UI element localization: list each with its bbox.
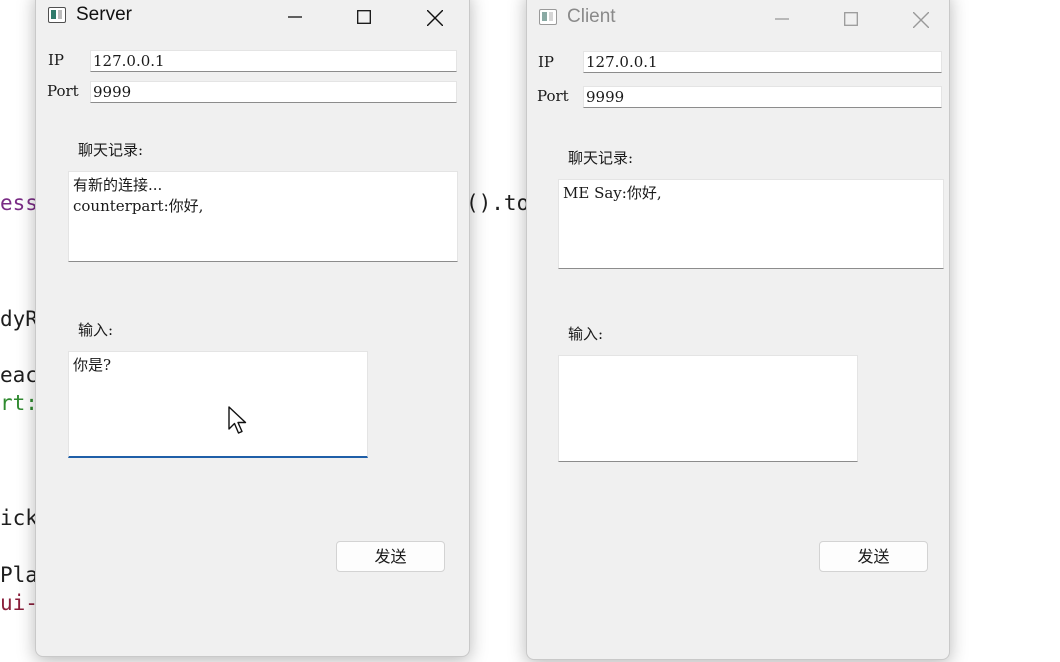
history-line: counterpart:你好, (73, 197, 204, 215)
close-icon (427, 10, 443, 26)
code-fragment: dyR (0, 307, 38, 331)
ip-input[interactable]: 127.0.0.1 (90, 50, 457, 72)
window-title: Client (567, 6, 616, 27)
port-input[interactable]: 9999 (90, 81, 457, 103)
input-label: 输入: (78, 321, 114, 339)
send-button[interactable]: 发送 (336, 541, 445, 572)
send-button[interactable]: 发送 (819, 541, 928, 572)
mouse-pointer-icon (228, 406, 247, 434)
port-input[interactable]: 9999 (583, 86, 942, 108)
history-line: 有新的连接... (73, 176, 163, 194)
maximize-button[interactable] (341, 1, 387, 33)
code-fragment: eac (0, 363, 38, 387)
maximize-button[interactable] (828, 3, 874, 35)
window-title: Server (76, 4, 132, 25)
minimize-button[interactable] (272, 1, 318, 33)
client-titlebar[interactable]: Client (527, 1, 949, 35)
port-label: Port (47, 82, 79, 100)
chat-history-box[interactable]: ME Say:你好, (558, 179, 944, 269)
ip-label: IP (48, 51, 65, 69)
code-fragment: rt: (0, 391, 38, 415)
ip-input[interactable]: 127.0.0.1 (583, 51, 942, 73)
message-input[interactable]: 你是? (68, 351, 368, 458)
code-fragment: ess (0, 191, 38, 215)
client-window: Client IP 127.0.0.1 Port 9999 聊天记录: ME S… (526, 0, 950, 660)
minimize-icon (288, 16, 302, 18)
minimize-button[interactable] (759, 3, 805, 35)
maximize-icon (844, 12, 858, 26)
code-fragment: ().to (466, 191, 530, 215)
chat-history-label: 聊天记录: (78, 141, 144, 159)
server-window: Server IP 127.0.0.1 Port 9999 聊天记录: 有新的连… (35, 0, 470, 657)
minimize-icon (775, 18, 789, 20)
close-button[interactable] (897, 3, 943, 35)
chat-history-label: 聊天记录: (568, 149, 634, 167)
maximize-icon (357, 10, 371, 24)
code-fragment: Pla (0, 563, 38, 587)
ip-label: IP (538, 53, 555, 71)
code-fragment: ick (0, 506, 38, 530)
code-fragment: ui- (0, 591, 38, 615)
close-icon (913, 12, 929, 28)
input-label: 输入: (568, 325, 604, 343)
qt-window-icon (539, 9, 557, 25)
chat-history-box[interactable]: 有新的连接... counterpart:你好, (68, 171, 458, 262)
server-titlebar[interactable]: Server (36, 1, 469, 35)
close-button[interactable] (411, 1, 457, 33)
message-input[interactable] (558, 355, 858, 462)
qt-window-icon (48, 7, 66, 23)
history-line: ME Say:你好, (563, 184, 662, 202)
port-label: Port (537, 87, 569, 105)
